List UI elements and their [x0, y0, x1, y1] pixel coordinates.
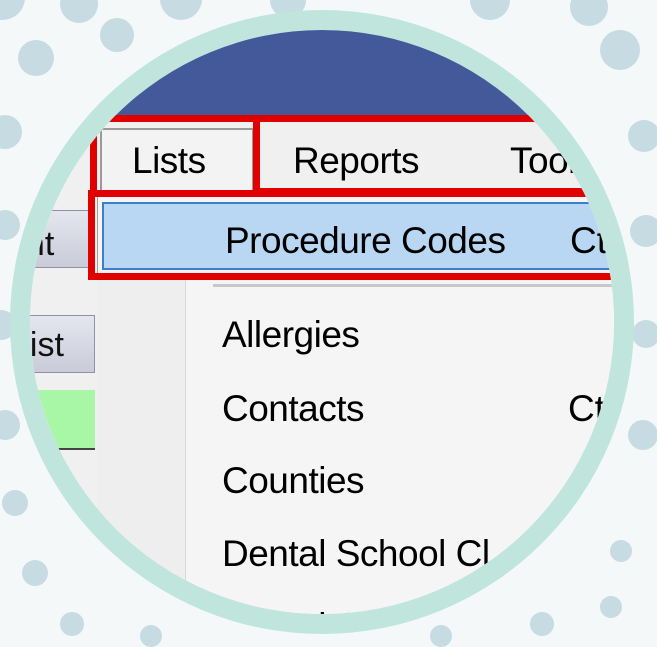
side-button-2[interactable]: List: [30, 315, 95, 373]
zoom-viewport: Lists Reports Tools ent List Procedure C…: [30, 30, 614, 614]
menu-separator: [213, 284, 614, 287]
menu-item-dental-schools[interactable]: Dental Schools: [222, 606, 464, 614]
status-bar-green: [30, 390, 95, 450]
annotation-menubar-highlight: [253, 115, 614, 195]
menu-item-allergies[interactable]: Allergies: [222, 314, 360, 356]
annotation-procedure-codes-highlight: [88, 190, 614, 280]
menu-item-contacts-shortcut: Ctrl: [568, 388, 614, 429]
circular-frame: Lists Reports Tools ent List Procedure C…: [10, 10, 634, 634]
menu-icon-gutter: [97, 280, 186, 614]
side-button-1[interactable]: ent: [30, 210, 95, 268]
window-title-bar: [30, 30, 614, 120]
side-button-1-label: ent: [30, 225, 55, 263]
menu-item-counties[interactable]: Counties: [222, 460, 365, 502]
menu-item-dental-school-classes[interactable]: Dental School Cl: [222, 533, 490, 575]
menu-item-contacts[interactable]: Contacts: [222, 388, 365, 430]
annotation-lists-highlight: [90, 115, 260, 197]
side-button-2-label: List: [30, 326, 64, 364]
